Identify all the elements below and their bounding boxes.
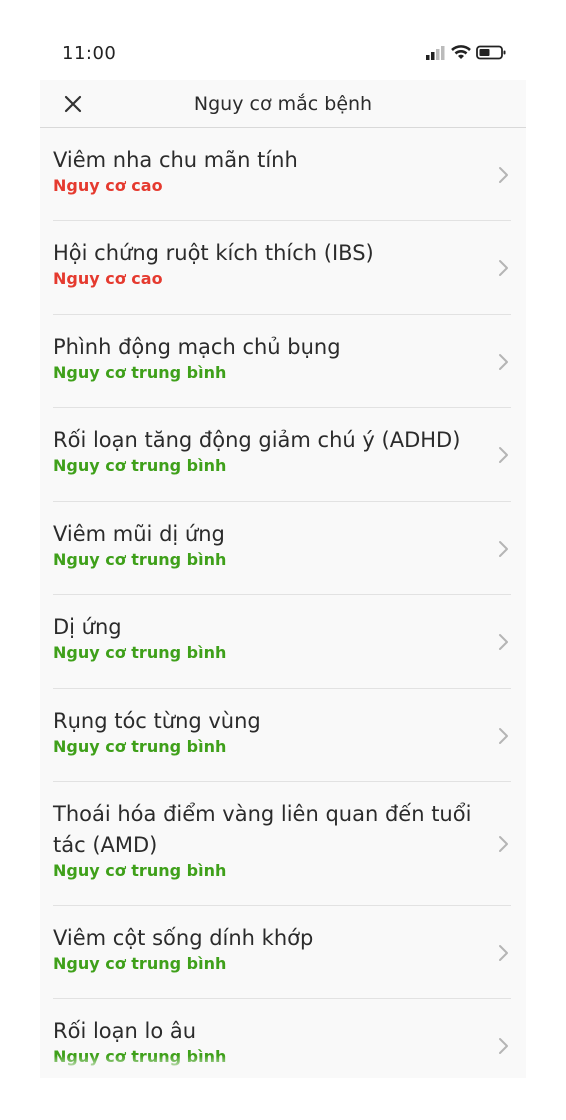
list-item[interactable]: Viêm nha chu mãn tính Nguy cơ cao [53,128,511,221]
chevron-right-icon [499,540,508,557]
wifi-icon [451,45,471,59]
header: Nguy cơ mắc bệnh [40,80,526,128]
list-item-content: Rụng tóc từng vùng Nguy cơ trung bình [53,689,511,756]
cellular-signal-icon [426,45,445,60]
chevron-right-icon [499,166,508,183]
condition-name: Phình động mạch chủ bụng [53,335,341,359]
risk-level-label: Nguy cơ cao [53,176,163,195]
list-item[interactable]: Rụng tóc từng vùng Nguy cơ trung bình [53,689,511,782]
risk-level-label: Nguy cơ trung bình [53,456,227,475]
list-item-content: Thoái hóa điểm vàng liên quan đến tuổi t… [53,782,511,880]
list-item-content: Viêm cột sống dính khớp Nguy cơ trung bìn… [53,906,511,973]
condition-name: Viêm cột sống dính khớp [53,926,314,950]
risk-level-label: Nguy cơ trung bình [53,737,227,756]
status-time: 11:00 [62,43,117,64]
condition-name: Dị ứng [53,615,122,639]
risk-level-label: Nguy cơ cao [53,269,163,288]
list-item[interactable]: Thoái hóa điểm vàng liên quan đến tuổi t… [53,782,511,906]
chevron-right-icon [499,634,508,650]
list-item-content: Rối loạn lo âu Nguy cơ trung bình [53,999,511,1066]
chevron-right-icon [499,1038,508,1054]
risk-level-label: Nguy cơ trung bình [53,861,227,880]
list-item-content: Rối loạn tăng động giảm chú ý (ADHD) Nguy… [53,408,511,475]
condition-list: Viêm nha chu mãn tính Nguy cơ cao Hội chứn… [40,128,526,1078]
list-item[interactable]: Dị ứng Nguy cơ trung bình [53,595,511,689]
chevron-right-icon [499,727,508,744]
risk-level-label: Nguy cơ trung bình [53,363,227,382]
condition-name: Rụng tóc từng vùng [53,709,261,733]
list-item[interactable]: Viêm cột sống dính khớp Nguy cơ trung bìn… [53,906,511,999]
app-screen: Nguy cơ mắc bệnh Viêm nha chu mãn tính Ng… [40,80,526,1078]
chevron-right-icon [499,353,508,370]
list-item[interactable]: Hội chứng ruột kích thích (IBS) Nguy cơ c… [53,221,511,315]
condition-name: Thoái hóa điểm vàng liên quan đến tuổi t… [53,802,472,857]
chevron-right-icon [499,944,508,961]
condition-name: Viêm mũi dị ứng [53,522,225,546]
condition-name: Hội chứng ruột kích thích (IBS) [53,241,374,265]
list-item[interactable]: Viêm mũi dị ứng Nguy cơ trung bình [53,502,511,595]
list-item-content: Viêm nha chu mãn tính Nguy cơ cao [53,128,511,195]
risk-level-label: Nguy cơ trung bình [53,550,227,569]
list-item-content: Phình động mạch chủ bụng Nguy cơ trung bì… [53,315,511,382]
condition-name: Rối loạn lo âu [53,1019,197,1043]
status-icons [426,45,506,60]
list-item-content: Viêm mũi dị ứng Nguy cơ trung bình [53,502,511,569]
risk-level-label: Nguy cơ trung bình [53,1047,227,1066]
battery-icon [476,45,506,60]
condition-name: Viêm nha chu mãn tính [53,148,298,172]
list-item-content: Dị ứng Nguy cơ trung bình [53,595,511,662]
risk-level-label: Nguy cơ trung bình [53,643,227,662]
list-item[interactable]: Phình động mạch chủ bụng Nguy cơ trung bì… [53,315,511,408]
status-bar: 11:00 [40,0,526,80]
page-title: Nguy cơ mắc bệnh [193,93,373,115]
list-item-content: Hội chứng ruột kích thích (IBS) Nguy cơ c… [53,221,511,288]
chevron-right-icon [499,260,508,276]
risk-level-label: Nguy cơ trung bình [53,954,227,973]
condition-name: Rối loạn tăng động giảm chú ý (ADHD) [53,428,461,452]
list-item[interactable]: Rối loạn lo âu Nguy cơ trung bình [53,999,511,1078]
list-item[interactable]: Rối loạn tăng động giảm chú ý (ADHD) Nguy… [53,408,511,502]
chevron-right-icon [499,447,508,463]
chevron-right-icon [499,836,508,852]
